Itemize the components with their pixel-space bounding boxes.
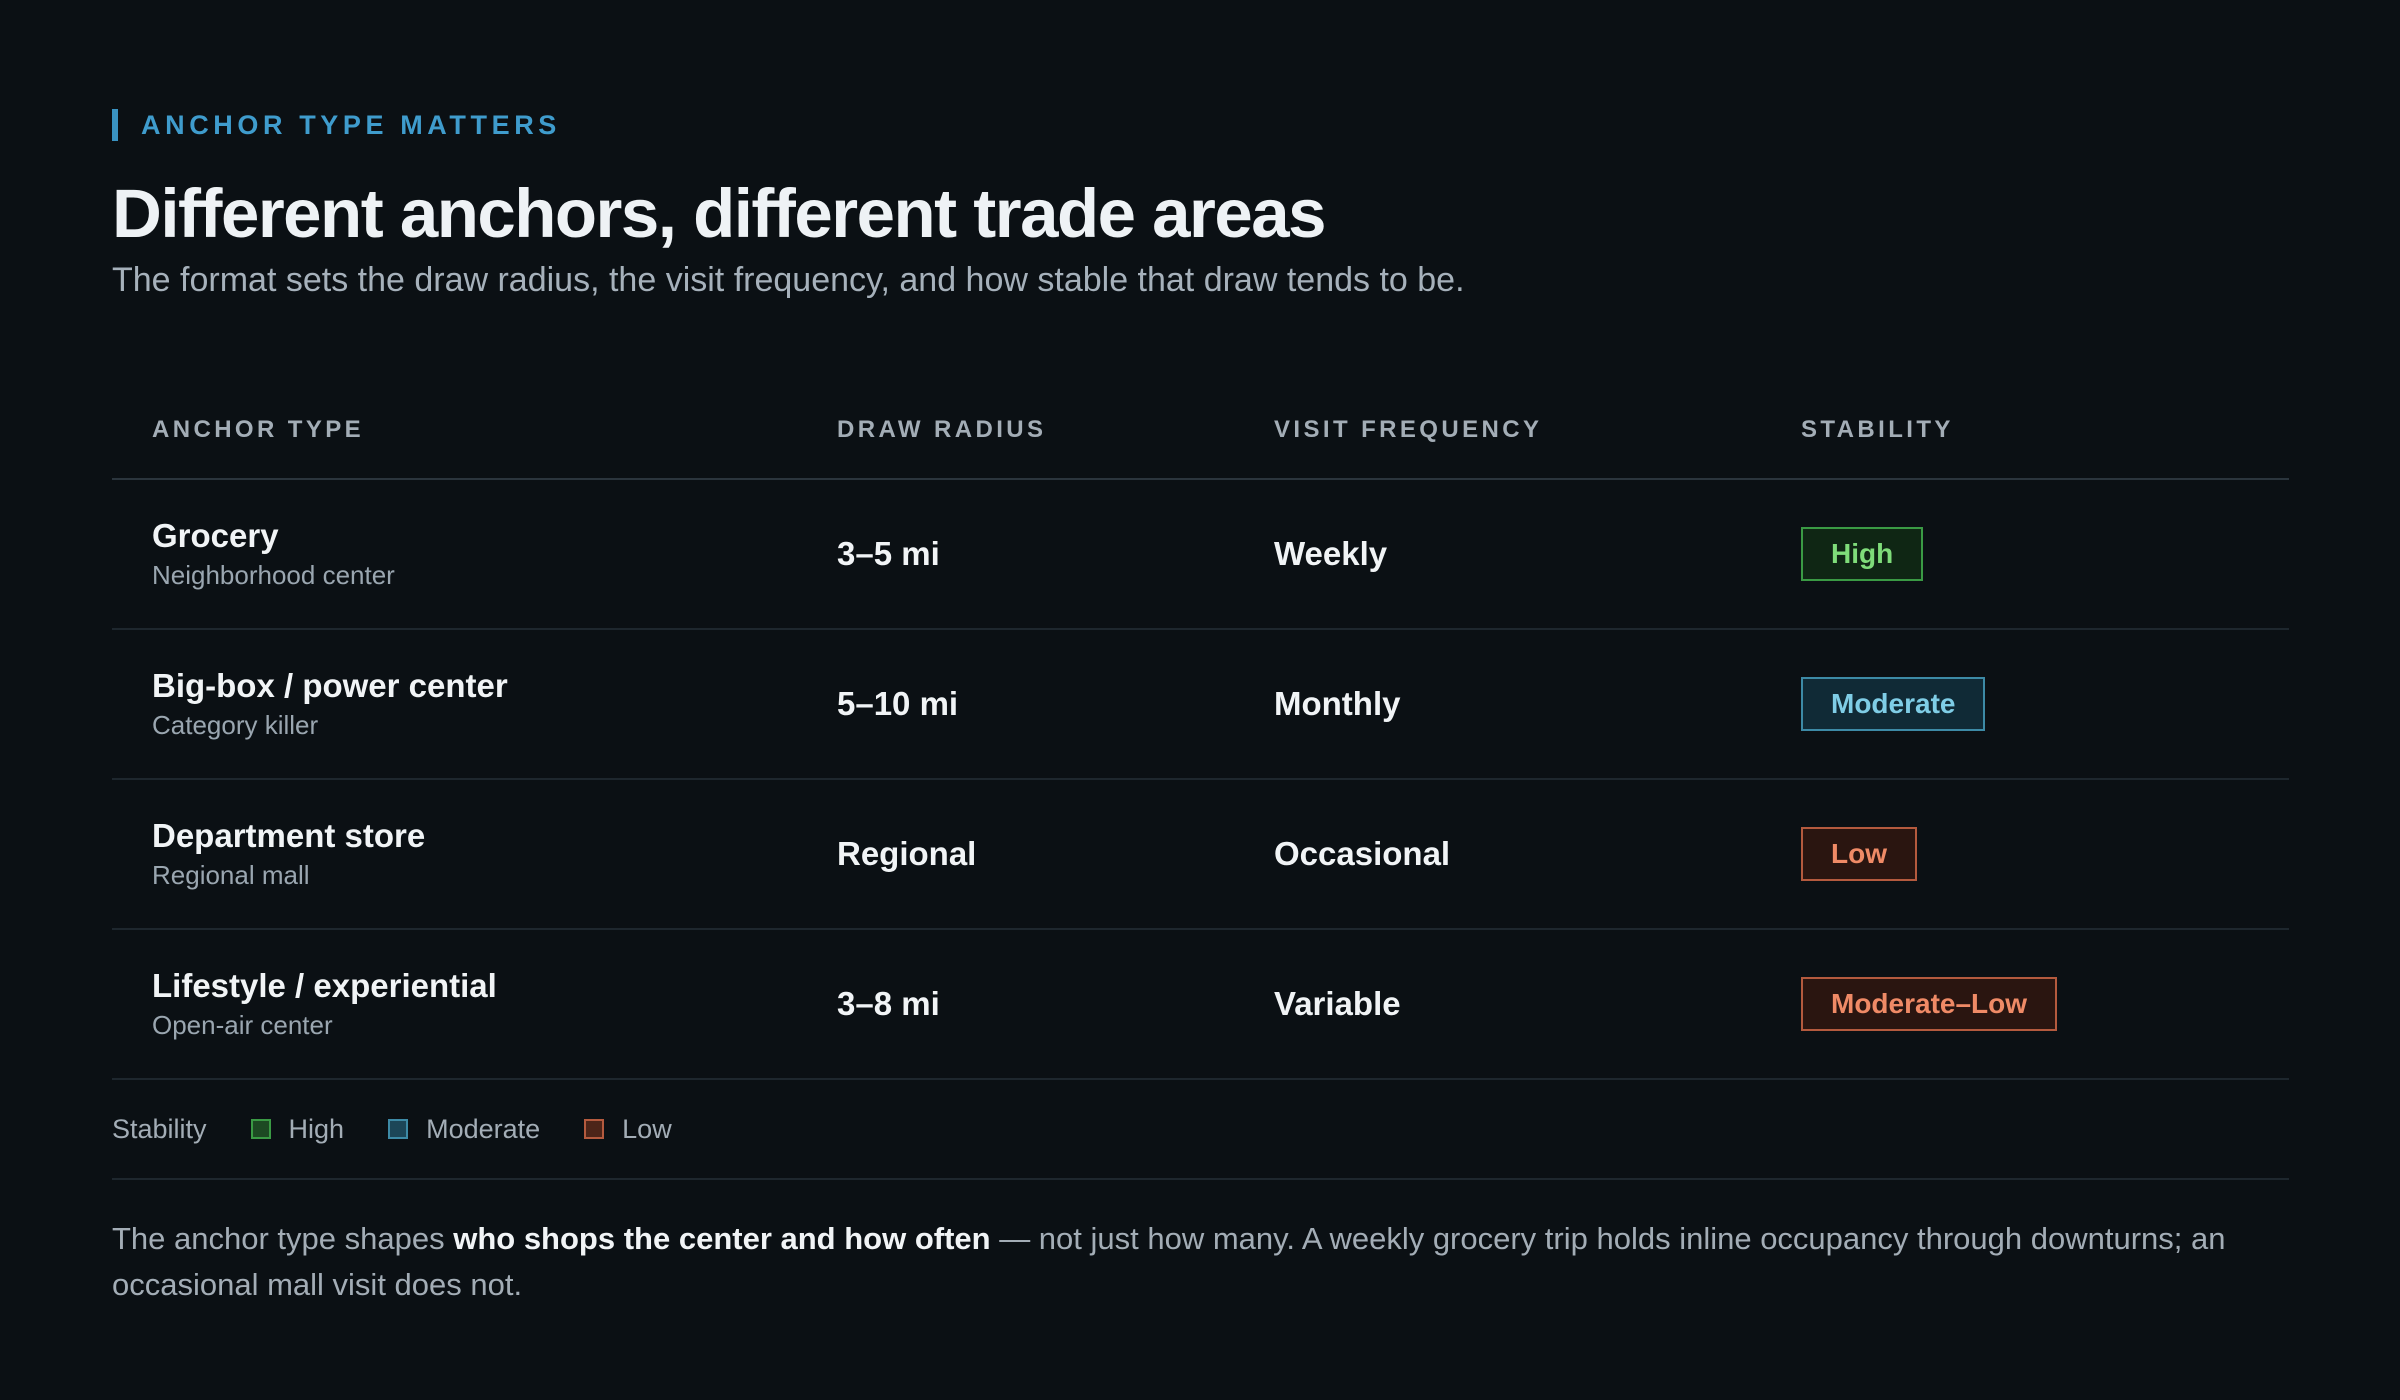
footnote-text: The anchor type shapes xyxy=(112,1221,454,1256)
visit-frequency-cell: Variable xyxy=(1274,930,1401,1078)
column-header-anchor-type: ANCHOR TYPE xyxy=(152,416,365,443)
visit-frequency-cell: Monthly xyxy=(1274,630,1400,778)
anchor-name: Lifestyle / experiential xyxy=(152,966,497,1004)
stability-cell: Moderate–Low xyxy=(1801,930,2058,1078)
column-header-stability: STABILITY xyxy=(1801,416,1954,443)
table-header: ANCHOR TYPE DRAW RADIUS VISIT FREQUENCY … xyxy=(112,382,2289,480)
draw-radius-value: 5–10 mi xyxy=(837,685,959,722)
eyebrow-accent-bar xyxy=(112,109,118,141)
anchor-cell: Grocery Neighborhood center xyxy=(152,480,395,628)
column-header-visit-frequency: VISIT FREQUENCY xyxy=(1274,416,1543,443)
legend-title: Stability xyxy=(112,1113,207,1144)
legend-item-high: High xyxy=(250,1113,345,1145)
legend-label: High xyxy=(288,1113,345,1144)
legend-item-moderate: Moderate xyxy=(388,1114,540,1145)
table-row: Big‑box / power center Category killer 5… xyxy=(112,630,2289,780)
draw-radius-value: 3–5 mi xyxy=(837,535,940,572)
page-title: Different anchors, different trade areas xyxy=(112,175,1327,252)
visit-frequency-value: Monthly xyxy=(1274,685,1401,722)
anchor-subtitle: Category killer xyxy=(152,709,319,740)
draw-radius-cell: 5–10 mi xyxy=(837,630,958,778)
anchor-subtitle: Regional mall xyxy=(152,859,310,890)
stability-cell: Moderate xyxy=(1801,630,1986,778)
visit-frequency-cell: Weekly xyxy=(1274,480,1387,628)
anchor-block: Grocery Neighborhood center xyxy=(152,516,395,593)
legend-swatch-high xyxy=(250,1119,271,1139)
column-header-draw-radius: DRAW RADIUS xyxy=(837,416,1047,443)
visit-frequency-value: Occasional xyxy=(1274,835,1451,872)
anchor-subtitle: Open‑air center xyxy=(152,1009,333,1040)
anchor-name: Grocery xyxy=(152,516,279,554)
draw-radius-cell: Regional xyxy=(837,780,976,928)
stability-badge: Moderate xyxy=(1801,677,1986,731)
table-row: Grocery Neighborhood center 3–5 mi Weekl… xyxy=(112,480,2289,630)
table-row: Lifestyle / experiential Open‑air center… xyxy=(112,930,2289,1080)
anchor-name: Big‑box / power center xyxy=(152,666,508,704)
visit-frequency-cell: Occasional xyxy=(1274,780,1450,928)
footnote: The anchor type shapes who shops the cen… xyxy=(112,1216,2289,1308)
legend-item-low: Low xyxy=(584,1114,672,1145)
anchor-block: Department store Regional mall xyxy=(152,816,425,893)
page-content: ANCHOR TYPE MATTERS Different anchors, d… xyxy=(112,108,2289,1308)
legend-label: Low xyxy=(622,1113,672,1144)
anchor-subtitle: Neighborhood center xyxy=(152,559,395,590)
legend-swatch-low xyxy=(584,1119,605,1139)
anchor-table: ANCHOR TYPE DRAW RADIUS VISIT FREQUENCY … xyxy=(112,382,2289,1080)
anchor-cell: Lifestyle / experiential Open‑air center xyxy=(152,930,497,1078)
anchor-cell: Department store Regional mall xyxy=(152,780,425,928)
visit-frequency-value: Variable xyxy=(1274,985,1401,1022)
legend-label: Moderate xyxy=(426,1113,541,1144)
stability-legend: Stability High Moderate Low xyxy=(112,1080,2289,1180)
stability-cell: Low xyxy=(1801,780,1917,928)
stability-badge: Low xyxy=(1801,827,1917,881)
stability-cell: High xyxy=(1801,480,1924,628)
eyebrow-text: ANCHOR TYPE MATTERS xyxy=(141,109,561,140)
anchor-cell: Big‑box / power center Category killer xyxy=(152,630,508,778)
draw-radius-value: Regional xyxy=(837,835,977,872)
footnote-emphasis: who shops the center and how often xyxy=(453,1221,991,1256)
page-subtitle: The format sets the draw radius, the vis… xyxy=(112,261,1465,299)
legend-swatch-moderate xyxy=(388,1119,409,1139)
table-row: Department store Regional mall Regional … xyxy=(112,780,2289,930)
draw-radius-cell: 3–5 mi xyxy=(837,480,940,628)
anchor-block: Big‑box / power center Category killer xyxy=(152,666,508,743)
stability-badge: High xyxy=(1801,527,1924,581)
visit-frequency-value: Weekly xyxy=(1274,535,1388,572)
draw-radius-cell: 3–8 mi xyxy=(837,930,940,1078)
section-eyebrow: ANCHOR TYPE MATTERS xyxy=(112,108,2289,142)
anchor-block: Lifestyle / experiential Open‑air center xyxy=(152,966,497,1043)
stability-badge: Moderate–Low xyxy=(1801,977,2058,1031)
draw-radius-value: 3–8 mi xyxy=(837,985,940,1022)
anchor-name: Department store xyxy=(152,816,426,854)
